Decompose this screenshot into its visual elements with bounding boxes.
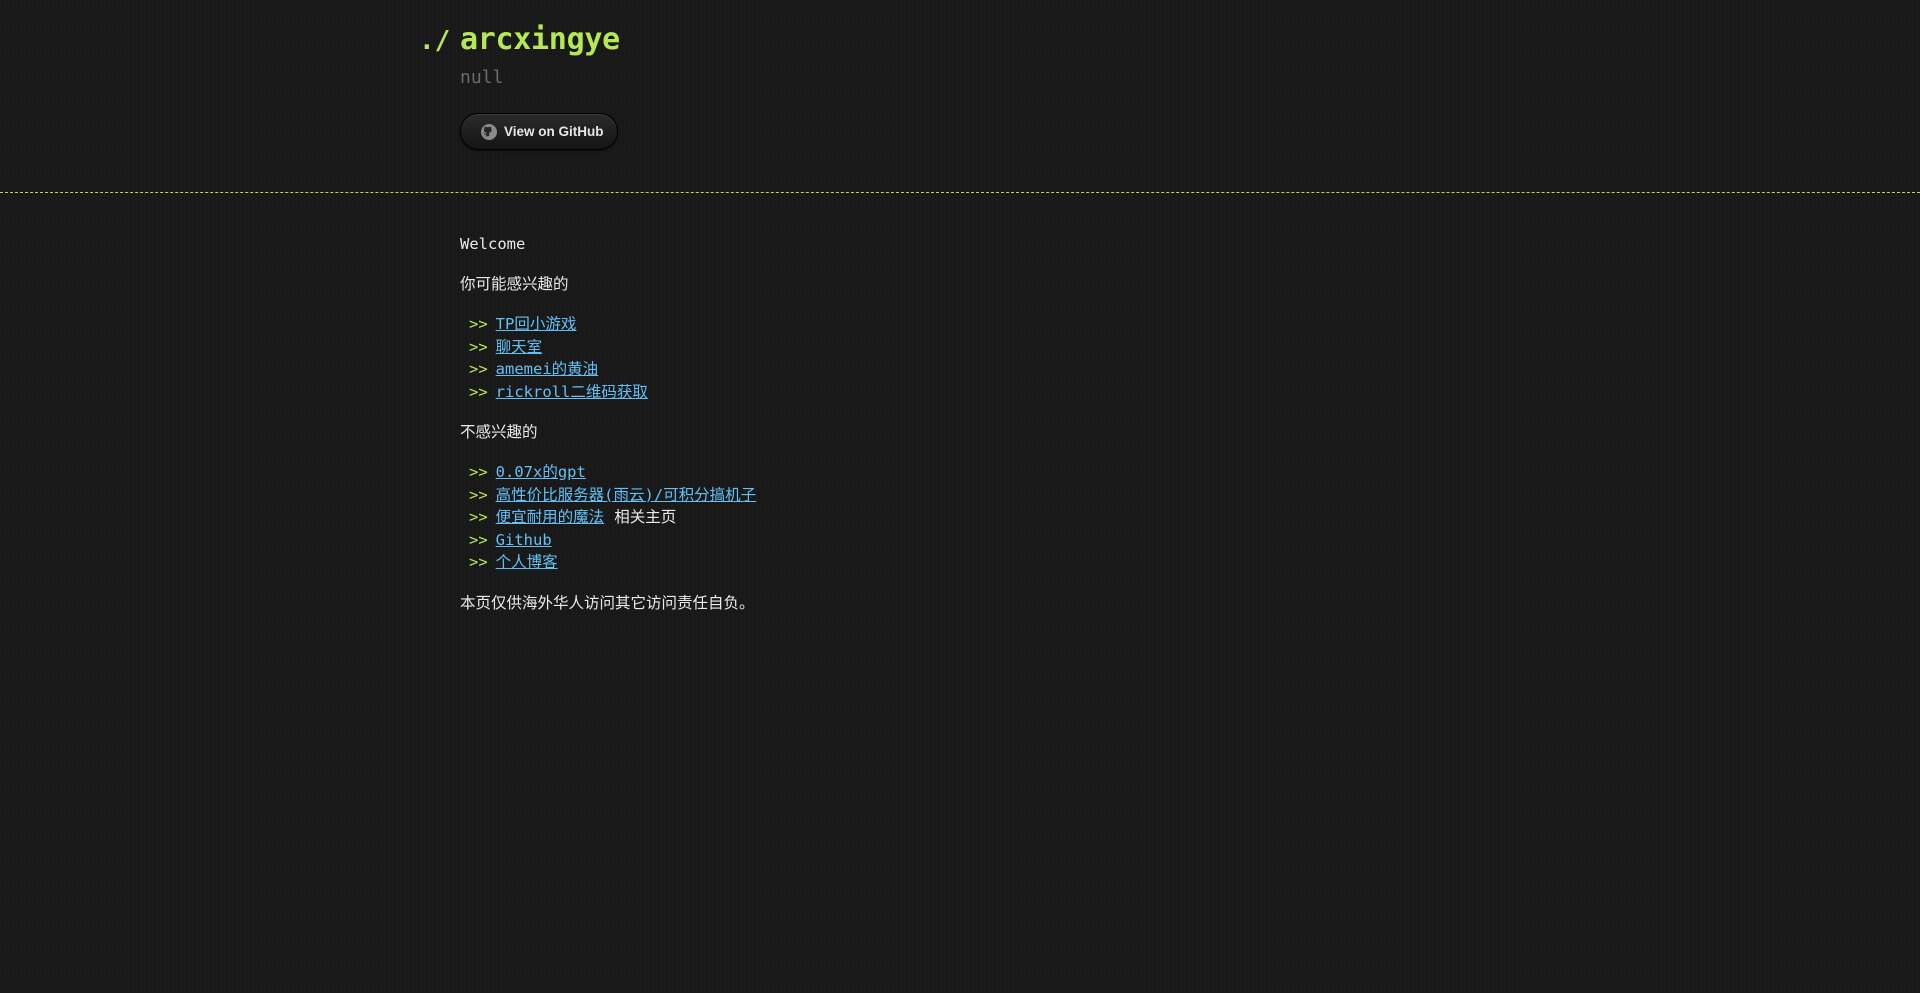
list-item: >> 聊天室: [460, 336, 1360, 359]
bullet-marker: >>: [469, 463, 488, 481]
link-tp-game[interactable]: TP回小游戏: [496, 315, 577, 333]
list-item: >> 0.07x的gpt: [460, 461, 1360, 484]
title-row: ./ arcxingye: [419, 22, 620, 57]
bullet-marker: >>: [469, 382, 488, 401]
link-server[interactable]: 高性价比服务器(雨云)/可积分搞机子: [496, 486, 757, 504]
prompt-symbol: ./: [419, 26, 451, 56]
bullet-marker: >>: [469, 360, 488, 378]
link-github[interactable]: Github: [496, 531, 552, 549]
link-amemei[interactable]: amemei的黄油: [496, 360, 599, 378]
link-gpt[interactable]: 0.07x的gpt: [496, 463, 586, 481]
github-button-label: View on GitHub: [504, 124, 604, 139]
bullet-marker: >>: [469, 315, 488, 333]
link-proxy[interactable]: 便宜耐用的魔法: [496, 508, 605, 526]
list-item: >> rickroll二维码获取: [460, 381, 1360, 404]
link-suffix-text: 相关主页: [614, 508, 677, 526]
list-item: >> TP回小游戏: [460, 313, 1360, 336]
list-item: >> amemei的黄油: [460, 358, 1360, 381]
interested-heading: 你可能感兴趣的: [460, 275, 569, 293]
site-tagline: null: [460, 67, 504, 88]
bullet-marker: >>: [469, 337, 488, 356]
main-content: Welcome 你可能感兴趣的 >> TP回小游戏 >> 聊天室 >> amemei的…: [460, 233, 1360, 632]
bullet-marker: >>: [469, 485, 488, 504]
welcome-text: Welcome: [460, 235, 526, 253]
footer-note: 本页仅供海外华人访问其它访问责任自负。: [460, 593, 755, 612]
link-blog[interactable]: 个人博客: [496, 553, 558, 571]
list-item: >> 高性价比服务器(雨云)/可积分搞机子: [460, 484, 1360, 507]
bullet-marker: >>: [469, 508, 488, 526]
list-item: >> Github: [460, 529, 1360, 552]
list-item: >> 个人博客: [460, 551, 1360, 574]
site-header: ./ arcxingye null View on GitHub: [0, 0, 1920, 193]
view-on-github-button[interactable]: View on GitHub: [460, 113, 618, 150]
site-title[interactable]: arcxingye: [460, 22, 620, 57]
not-interested-link-list: >> 0.07x的gpt >> 高性价比服务器(雨云)/可积分搞机子 >> 便宜耐用的…: [460, 461, 1360, 574]
interested-link-list: >> TP回小游戏 >> 聊天室 >> amemei的黄油 >> rickroll二维码…: [460, 313, 1360, 403]
not-interested-heading: 不感兴趣的: [460, 423, 538, 441]
bullet-marker: >>: [469, 530, 488, 549]
github-icon: [481, 123, 497, 140]
link-rickroll-qr[interactable]: rickroll二维码获取: [496, 383, 648, 401]
list-item: >> 便宜耐用的魔法 相关主页: [460, 506, 1360, 529]
bullet-marker: >>: [469, 553, 488, 571]
link-chatroom[interactable]: 聊天室: [496, 338, 543, 356]
